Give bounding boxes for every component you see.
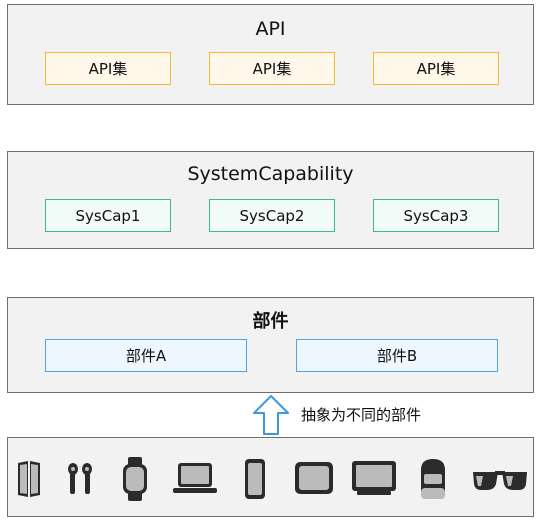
api-set-box-3: API集 [373, 52, 499, 85]
component-layer: 部件 部件A 部件B [7, 297, 534, 393]
earbuds-icon [68, 463, 92, 494]
tablet-icon [295, 462, 333, 494]
device-row [7, 437, 534, 517]
syscap-box-1: SysCap1 [45, 199, 171, 232]
foldable-phone-icon [18, 461, 40, 497]
api-set-box-2: API集 [209, 52, 335, 85]
smart-screen-icon [352, 461, 396, 495]
api-layer: API API集 API集 API集 [7, 4, 534, 105]
syscap-box-2: SysCap2 [209, 199, 335, 232]
phone-icon [245, 459, 265, 499]
syscap-box-3: SysCap3 [373, 199, 499, 232]
api-set-box-1: API集 [45, 52, 171, 85]
syscap-layer: SystemCapability SysCap1 SysCap2 SysCap3 [7, 151, 534, 249]
abstraction-label: 抽象为不同的部件 [301, 406, 422, 424]
component-box-b: 部件B [296, 339, 498, 372]
component-box-a: 部件A [45, 339, 247, 372]
component-layer-title: 部件 [252, 311, 289, 332]
smartwatch-icon [123, 457, 147, 501]
smart-speaker-icon [421, 459, 445, 499]
smart-glasses-icon [473, 471, 527, 490]
syscap-layer-title: SystemCapability [187, 163, 354, 185]
up-arrow-icon [253, 395, 289, 435]
laptop-icon [173, 463, 217, 493]
api-layer-title: API [255, 18, 286, 40]
